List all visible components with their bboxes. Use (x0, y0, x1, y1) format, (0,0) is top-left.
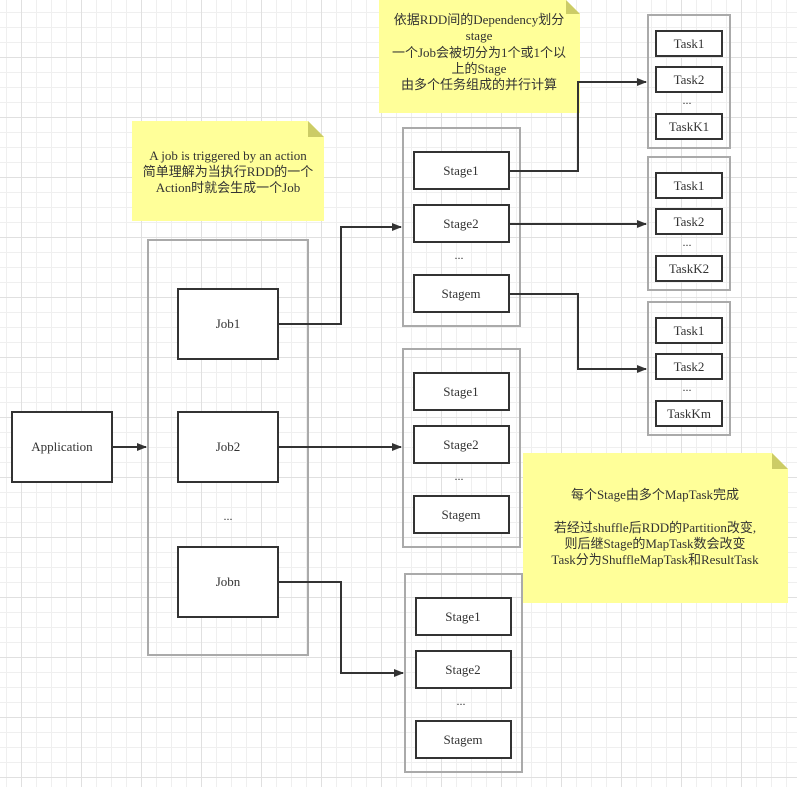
note-task-types: 每个Stage由多个MapTask完成 若经过shuffle后RDD的Parti… (523, 453, 788, 603)
note-line: stage (466, 28, 493, 43)
task-node[interactable]: Task2 (655, 208, 723, 235)
note-line: 上的Stage (452, 61, 507, 76)
task-label: Task1 (674, 323, 705, 338)
stage-label: Stagem (442, 286, 481, 301)
job-label: Jobn (216, 574, 241, 589)
stage-label: Stagem (444, 732, 483, 747)
note-line: A job is triggered by an action (149, 148, 307, 163)
note-stage-division: 依据RDD间的Dependency划分 stage 一个Job会被切分为1个或1… (379, 0, 580, 113)
stage-node[interactable]: Stage1 (415, 597, 512, 636)
task-label: TaskK2 (669, 261, 709, 276)
task-ellipsis: ... (683, 380, 692, 394)
note-line: Task分为ShuffleMapTask和ResultTask (551, 552, 759, 567)
task-group: Task1 Task2 ... TaskKm (647, 301, 731, 436)
application-node[interactable]: Application (11, 411, 113, 483)
edge-jobn-to-stages (278, 581, 404, 677)
task-node[interactable]: TaskKm (655, 400, 723, 427)
application-label: Application (31, 439, 93, 454)
note-line: 由多个任务组成的并行计算 (401, 77, 557, 92)
stage-label: Stage1 (445, 609, 480, 624)
note-line: 每个Stage由多个MapTask完成 (571, 487, 739, 502)
task-label: Task2 (674, 72, 705, 87)
task-node[interactable]: Task1 (655, 30, 723, 57)
note-line: 依据RDD间的Dependency划分 (394, 12, 564, 27)
stage-group: Stage1 Stage2 ... Stagem (402, 348, 521, 548)
stage-node[interactable]: Stage1 (413, 372, 510, 411)
task-label: TaskKm (667, 406, 711, 421)
stage-node[interactable]: Stage1 (413, 151, 510, 190)
stage-label: Stage1 (443, 384, 478, 399)
stage-node[interactable]: Stagem (415, 720, 512, 759)
task-label: Task1 (674, 178, 705, 193)
spark-job-diagram: A job is triggered by an action 简单理解为当执行… (11, 0, 788, 773)
stage-label: Stage2 (443, 437, 478, 452)
stage-label: Stage1 (443, 163, 478, 178)
job-node[interactable]: Job1 (177, 288, 279, 360)
stage-ellipsis: ... (455, 469, 464, 483)
stage-ellipsis: ... (457, 694, 466, 708)
stage-node[interactable]: Stage2 (413, 204, 510, 243)
stage-node[interactable]: Stage2 (415, 650, 512, 689)
task-label: TaskK1 (669, 119, 709, 134)
note-line: 简单理解为当执行RDD的一个 (143, 164, 313, 179)
stage-group: Stage1 Stage2 ... Stagem (402, 127, 521, 327)
task-ellipsis: ... (683, 93, 692, 107)
note-line: 一个Job会被切分为1个或1个以 (392, 45, 566, 60)
note-job-trigger: A job is triggered by an action 简单理解为当执行… (132, 121, 324, 221)
stage-node[interactable]: Stagem (413, 274, 510, 313)
job-label: Job2 (216, 439, 241, 454)
note-line: 则后继Stage的MapTask数会改变 (564, 536, 745, 551)
job-node[interactable]: Job2 (177, 411, 279, 483)
edge-stagem-to-tasks (509, 293, 647, 373)
task-label: Task2 (674, 359, 705, 374)
task-node[interactable]: Task1 (655, 317, 723, 344)
stage-node[interactable]: Stagem (413, 495, 510, 534)
task-node[interactable]: TaskK2 (655, 255, 723, 282)
job-node[interactable]: Jobn (177, 546, 279, 618)
task-label: Task2 (674, 214, 705, 229)
stage-label: Stagem (442, 507, 481, 522)
stage-label: Stage2 (445, 662, 480, 677)
task-node[interactable]: Task2 (655, 353, 723, 380)
task-node[interactable]: TaskK1 (655, 113, 723, 140)
stage-label: Stage2 (443, 216, 478, 231)
stage-ellipsis: ... (455, 248, 464, 262)
note-line: Action时就会生成一个Job (156, 180, 300, 195)
task-group: Task1 Task2 ... TaskK1 (647, 14, 731, 149)
stage-node[interactable]: Stage2 (413, 425, 510, 464)
task-label: Task1 (674, 36, 705, 51)
edge-job1-to-stages (278, 223, 402, 325)
stage-group: Stage1 Stage2 ... Stagem (404, 573, 523, 773)
task-node[interactable]: Task2 (655, 66, 723, 93)
note-line: 若经过shuffle后RDD的Partition改变, (554, 520, 756, 535)
task-node[interactable]: Task1 (655, 172, 723, 199)
job-ellipsis: ... (224, 509, 233, 523)
job-label: Job1 (216, 316, 241, 331)
task-group: Task1 Task2 ... TaskK2 (647, 156, 731, 291)
task-ellipsis: ... (683, 235, 692, 249)
